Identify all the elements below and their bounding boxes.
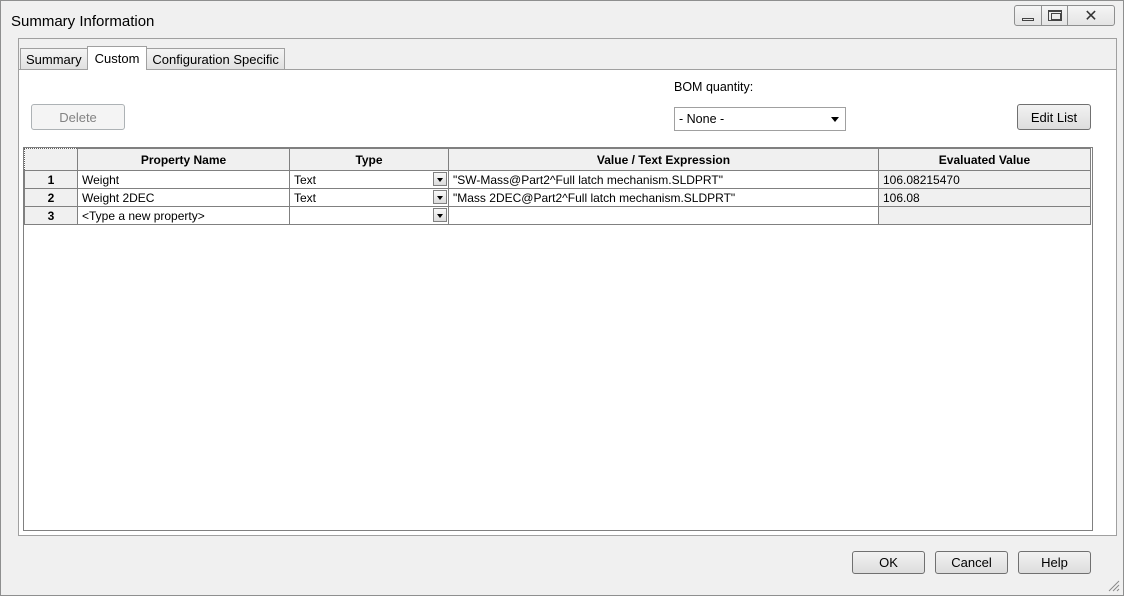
bom-quantity-select[interactable]: - None - — [674, 107, 846, 131]
row-number[interactable]: 2 — [24, 188, 78, 207]
minimize-button[interactable] — [1014, 5, 1042, 26]
header-row: Property Name Type Value / Text Expressi… — [24, 148, 1091, 171]
bom-quantity-value: - None - — [679, 112, 725, 126]
column-header-type[interactable]: Type — [289, 148, 449, 171]
window-controls: ✕ — [1014, 5, 1115, 26]
tab-summary[interactable]: Summary — [20, 48, 88, 70]
type-dropdown-icon[interactable] — [433, 208, 447, 222]
row-number[interactable]: 1 — [24, 170, 78, 189]
cancel-button[interactable]: Cancel — [935, 551, 1008, 574]
resize-grip-icon[interactable] — [1106, 578, 1120, 592]
value-cell[interactable]: "SW-Mass@Part2^Full latch mechanism.SLDP… — [448, 170, 879, 189]
column-header-property-name[interactable]: Property Name — [77, 148, 290, 171]
table-row: 1 Weight Text "SW-Mass@Part2^Full latch … — [24, 170, 1091, 189]
value-cell[interactable]: "Mass 2DEC@Part2^Full latch mechanism.SL… — [448, 188, 879, 207]
type-value: Text — [294, 172, 317, 187]
tab-custom[interactable]: Custom — [86, 46, 148, 70]
properties-table: Property Name Type Value / Text Expressi… — [24, 148, 1091, 225]
custom-properties-grid: Property Name Type Value / Text Expressi… — [23, 147, 1093, 531]
edit-list-button[interactable]: Edit List — [1017, 104, 1091, 130]
type-dropdown-icon[interactable] — [433, 172, 447, 186]
row-number[interactable]: 3 — [24, 206, 78, 225]
delete-button[interactable]: Delete — [31, 104, 125, 130]
new-property-cell[interactable]: <Type a new property> — [77, 206, 290, 225]
maximize-button[interactable] — [1041, 5, 1068, 26]
property-name-cell[interactable]: Weight — [77, 170, 290, 189]
value-cell[interactable] — [448, 206, 879, 225]
table-row: 2 Weight 2DEC Text "Mass 2DEC@Part2^Full… — [24, 188, 1091, 207]
close-icon: ✕ — [1084, 7, 1098, 25]
type-value: Text — [294, 190, 317, 205]
evaluated-value-cell — [878, 206, 1091, 225]
evaluated-value-cell: 106.08 — [878, 188, 1091, 207]
close-button[interactable]: ✕ — [1067, 5, 1115, 26]
evaluated-value-cell: 106.08215470 — [878, 170, 1091, 189]
bom-quantity-label: BOM quantity: — [674, 80, 754, 94]
tab-configuration-specific[interactable]: Configuration Specific — [146, 48, 285, 70]
property-name-cell[interactable]: Weight 2DEC — [77, 188, 290, 207]
maximize-icon — [1047, 10, 1062, 21]
type-cell[interactable]: Text — [289, 170, 449, 189]
tab-strip: Summary Custom Configuration Specific — [20, 46, 285, 70]
ok-button[interactable]: OK — [852, 551, 925, 574]
type-dropdown-icon[interactable] — [433, 190, 447, 204]
type-cell[interactable] — [289, 206, 449, 225]
help-button[interactable]: Help — [1018, 551, 1091, 574]
column-header-evaluated-value[interactable]: Evaluated Value — [878, 148, 1091, 171]
minimize-icon — [1022, 18, 1034, 21]
type-cell[interactable]: Text — [289, 188, 449, 207]
grid-corner[interactable] — [24, 148, 78, 171]
table-row: 3 <Type a new property> — [24, 206, 1091, 225]
column-header-value[interactable]: Value / Text Expression — [448, 148, 879, 171]
window-title: Summary Information — [11, 13, 155, 30]
title-bar[interactable]: Summary Information ✕ — [1, 1, 1123, 39]
chevron-down-icon — [831, 117, 839, 122]
